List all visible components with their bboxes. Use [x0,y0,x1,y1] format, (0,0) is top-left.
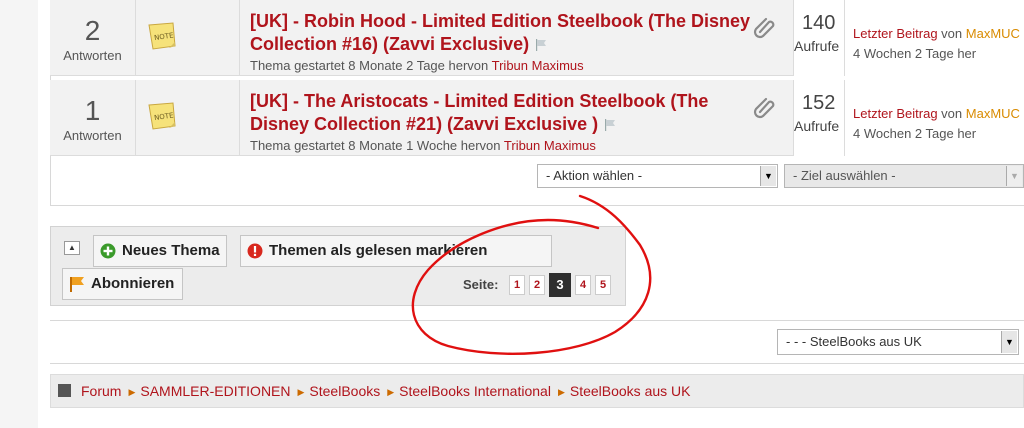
flag-icon [536,39,547,51]
breadcrumb-steelbooks[interactable]: SteelBooks [309,383,380,399]
last-post-link[interactable]: Letzter Beitrag [853,106,938,121]
sticky-note-icon: NOTE [148,102,176,130]
target-select[interactable]: - Ziel auswählen - ▼ [784,164,1024,188]
thread-author-link[interactable]: Tribun Maximus [492,58,584,73]
page-link-2[interactable]: 2 [529,275,545,295]
mark-read-label: Themen als gelesen markieren [269,242,488,259]
thread-icon-cell: NOTE [136,0,240,76]
reply-count-cell: 2 Antworten [50,0,136,76]
exclamation-circle-icon [247,243,263,259]
views-label: Aufrufe [794,38,840,54]
last-post-by: von [941,106,963,121]
views-label: Aufrufe [794,118,840,134]
last-post-by: von [941,26,963,41]
left-gutter [0,0,38,428]
breadcrumb-separator-icon: ▶ [128,387,136,397]
subscribe-button[interactable]: Abonnieren [62,268,183,300]
last-post-cell: Letzter Beitrag von MaxMUC 4 Wochen 2 Ta… [844,0,1024,76]
last-post-user-link[interactable]: MaxMUC [966,106,1020,121]
thread-title-link[interactable]: [UK] - The Aristocats - Limited Edition … [250,90,750,136]
chevron-down-icon[interactable]: ▼ [760,166,776,186]
thread-meta: Thema gestartet 8 Monate 1 Woche hervon … [250,138,596,153]
new-thread-button[interactable]: Neues Thema [93,235,227,267]
chevron-down-icon[interactable]: ▼ [1006,166,1022,186]
paperclip-icon[interactable] [752,94,778,120]
reply-count: 2 [84,15,101,46]
breadcrumb-separator-icon: ▶ [297,387,305,397]
thread-row: 2 Antworten NOTE [UK] - Robin Hood - Lim… [50,0,1024,76]
thread-icon-cell: NOTE [136,80,240,156]
pagination-label: Seite: [463,277,499,292]
mark-read-button[interactable]: Themen als gelesen markieren [240,235,552,267]
page-link-1[interactable]: 1 [509,275,525,295]
subscribe-label: Abonnieren [91,275,175,292]
page-current-3: 3 [549,273,571,297]
views-count: 152 [802,92,836,114]
plus-circle-icon [100,243,116,259]
target-select-value: - Ziel auswählen - [793,168,896,183]
thread-title-link[interactable]: [UK] - Robin Hood - Limited Edition Stee… [250,10,750,56]
sticky-note-icon: NOTE [148,22,176,50]
thread-title-cell: [UK] - Robin Hood - Limited Edition Stee… [240,0,794,76]
forum-jump-value: - - - SteelBooks aus UK [786,334,922,349]
reply-count: 1 [84,95,101,126]
thread-controls: ▲ Neues Thema Themen als gelesen markier… [50,226,626,306]
forum-jump-select[interactable]: - - - SteelBooks aus UK ▼ [777,329,1019,355]
last-post-user-link[interactable]: MaxMUC [966,26,1020,41]
reply-label: Antworten [63,48,122,63]
last-post-cell: Letzter Beitrag von MaxMUC 4 Wochen 2 Ta… [844,80,1024,156]
square-home-icon [58,384,71,397]
paperclip-icon[interactable] [752,14,778,40]
thread-meta: Thema gestartet 8 Monate 2 Tage hervon T… [250,58,584,73]
breadcrumb-steelbooks-international[interactable]: SteelBooks International [399,383,551,399]
last-post-time: 4 Wochen 2 Tage her [853,126,977,141]
reply-count-cell: 1 Antworten [50,80,136,156]
orange-flag-icon [70,277,84,292]
breadcrumb-forum[interactable]: Forum [81,383,121,399]
breadcrumb-separator-icon: ▶ [387,387,395,397]
page-link-4[interactable]: 4 [575,275,591,295]
flag-icon [605,119,616,131]
chevron-down-icon[interactable]: ▼ [1001,331,1017,353]
thread-author-link[interactable]: Tribun Maximus [504,138,596,153]
breadcrumb: Forum ▶ SAMMLER-EDITIONEN ▶ SteelBooks ▶ Steel… [50,374,1024,408]
views-cell: 152 Aufrufe [794,80,844,156]
action-select[interactable]: - Aktion wählen - ▼ [537,164,778,188]
last-post-link[interactable]: Letzter Beitrag [853,26,938,41]
action-select-value: - Aktion wählen - [546,168,643,183]
views-count: 140 [802,12,836,34]
breadcrumb-sammler-editionen[interactable]: SAMMLER-EDITIONEN [140,383,290,399]
reply-label: Antworten [63,128,122,143]
views-cell: 140 Aufrufe [794,0,844,76]
breadcrumb-steelbooks-aus-uk[interactable]: SteelBooks aus UK [570,383,691,399]
breadcrumb-separator-icon: ▶ [557,387,565,397]
last-post-time: 4 Wochen 2 Tage her [853,46,977,61]
divider [50,205,1024,206]
thread-row: 1 Antworten NOTE [UK] - The Aristocats -… [50,80,1024,156]
new-thread-label: Neues Thema [122,242,220,259]
collapse-toggle-icon[interactable]: ▲ [64,241,80,255]
thread-title-cell: [UK] - The Aristocats - Limited Edition … [240,80,794,156]
page-link-5[interactable]: 5 [595,275,611,295]
